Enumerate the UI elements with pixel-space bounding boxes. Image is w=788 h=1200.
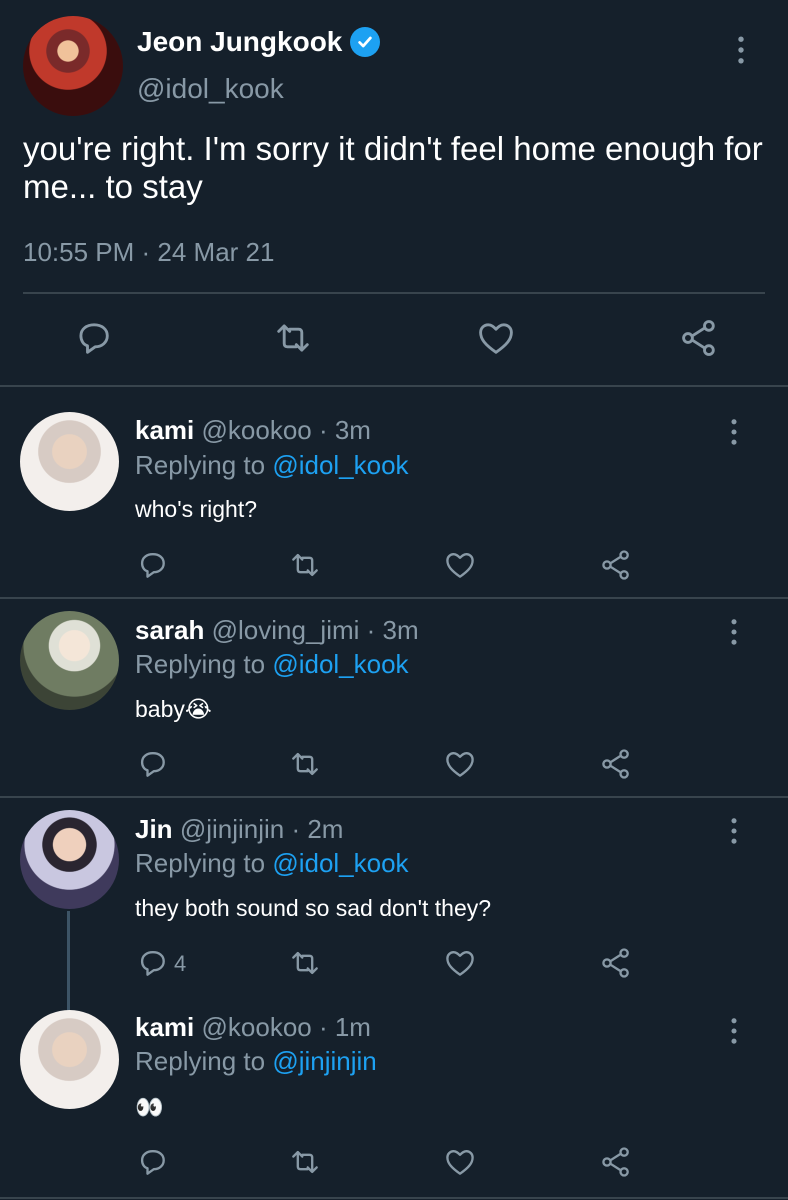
reply-text: who's right? bbox=[135, 496, 258, 522]
replying-to: Replying to @jinjinjin bbox=[135, 1046, 377, 1077]
share-icon[interactable] bbox=[598, 547, 634, 583]
reply-header: kami @kookoo · 1m bbox=[135, 1012, 371, 1043]
avatar[interactable] bbox=[20, 1010, 119, 1109]
retweet-icon[interactable] bbox=[287, 1144, 323, 1180]
reply-tweet[interactable]: Jin @jinjinjin · 2m Replying to @idol_ko… bbox=[0, 798, 788, 1013]
share-icon[interactable] bbox=[598, 746, 634, 782]
avatar[interactable] bbox=[20, 611, 119, 710]
reply-tweet[interactable]: kami @kookoo · 1m Replying to @jinjinjin… bbox=[0, 998, 788, 1198]
reply-author-name[interactable]: kami bbox=[135, 415, 194, 445]
replying-to-mention[interactable]: @jinjinjin bbox=[272, 1046, 376, 1076]
reply-author-meta: @kookoo · 3m bbox=[201, 415, 371, 445]
author-name[interactable]: Jeon Jungkook bbox=[137, 26, 342, 58]
replying-prefix: Replying to bbox=[135, 649, 266, 679]
more-options-icon[interactable] bbox=[728, 615, 740, 649]
reply-author-name[interactable]: Jin bbox=[135, 814, 173, 844]
reply-tweet[interactable]: kami @kookoo · 3m Replying to @idol_kook… bbox=[0, 387, 788, 597]
reply-author-name[interactable]: sarah bbox=[135, 615, 204, 645]
reply-author-meta: @jinjinjin · 2m bbox=[179, 814, 344, 844]
replying-to-mention[interactable]: @idol_kook bbox=[272, 848, 408, 878]
reply-icon[interactable] bbox=[134, 1144, 170, 1180]
reply-text: they both sound so sad don't they? bbox=[135, 895, 492, 921]
like-icon[interactable] bbox=[442, 547, 478, 583]
main-tweet: Jeon Jungkook @idol_kook you're right. I… bbox=[0, 0, 788, 386]
like-icon[interactable] bbox=[442, 746, 478, 782]
replying-to-mention[interactable]: @idol_kook bbox=[272, 450, 408, 480]
retweet-icon[interactable] bbox=[287, 746, 323, 782]
retweet-icon[interactable] bbox=[271, 316, 315, 360]
replying-to: Replying to @idol_kook bbox=[135, 649, 409, 680]
reply-header: sarah @loving_jimi · 3m bbox=[135, 615, 419, 646]
avatar[interactable] bbox=[20, 412, 119, 511]
retweet-icon[interactable] bbox=[287, 547, 323, 583]
avatar[interactable] bbox=[23, 16, 123, 116]
reply-icon[interactable] bbox=[134, 746, 170, 782]
replying-prefix: Replying to bbox=[135, 1046, 266, 1076]
reply-count: 4 bbox=[174, 951, 187, 976]
share-icon[interactable] bbox=[677, 316, 721, 360]
share-icon[interactable] bbox=[598, 945, 634, 981]
avatar[interactable] bbox=[20, 810, 119, 909]
replying-to-mention[interactable]: @idol_kook bbox=[272, 649, 408, 679]
reply-text: 👀 bbox=[135, 1094, 164, 1120]
tweet-actions bbox=[0, 316, 788, 366]
retweet-icon[interactable] bbox=[287, 945, 323, 981]
like-icon[interactable] bbox=[442, 1144, 478, 1180]
author-name-row[interactable]: Jeon Jungkook bbox=[137, 26, 381, 58]
reply-tweet[interactable]: sarah @loving_jimi · 3m Replying to @ido… bbox=[0, 599, 788, 797]
more-options-icon[interactable] bbox=[728, 1014, 740, 1048]
share-icon[interactable] bbox=[598, 1144, 634, 1180]
tweet-text: you're right. I'm sorry it didn't feel h… bbox=[23, 130, 763, 205]
more-options-icon[interactable] bbox=[728, 415, 740, 449]
reply-header: Jin @jinjinjin · 2m bbox=[135, 814, 343, 845]
reply-author-meta: @loving_jimi · 3m bbox=[211, 615, 419, 645]
replying-prefix: Replying to bbox=[135, 450, 266, 480]
reply-text: baby😭 bbox=[135, 696, 212, 722]
reply-icon[interactable] bbox=[134, 547, 170, 583]
author-handle[interactable]: @idol_kook bbox=[137, 73, 284, 105]
reply-author-meta: @kookoo · 1m bbox=[201, 1012, 371, 1042]
like-icon[interactable] bbox=[442, 945, 478, 981]
divider bbox=[23, 292, 765, 294]
reply-icon[interactable] bbox=[71, 316, 115, 360]
reply-author-name[interactable]: kami bbox=[135, 1012, 194, 1042]
like-icon[interactable] bbox=[474, 316, 518, 360]
verified-badge-icon bbox=[350, 27, 381, 57]
more-options-icon[interactable] bbox=[735, 32, 747, 68]
replying-prefix: Replying to bbox=[135, 848, 266, 878]
tweet-timestamp[interactable]: 10:55 PM · 24 Mar 21 bbox=[23, 237, 274, 268]
divider bbox=[0, 1197, 788, 1199]
reply-header: kami @kookoo · 3m bbox=[135, 415, 371, 446]
replying-to: Replying to @idol_kook bbox=[135, 450, 409, 481]
replying-to: Replying to @idol_kook bbox=[135, 848, 409, 879]
more-options-icon[interactable] bbox=[728, 814, 740, 848]
reply-icon[interactable] bbox=[134, 945, 170, 981]
